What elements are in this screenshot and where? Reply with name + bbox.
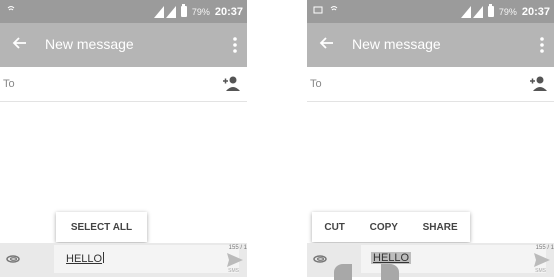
status-bar: 79% 20:37 bbox=[307, 0, 554, 23]
status-bar: 79% 20:37 bbox=[0, 0, 247, 23]
selection-handle-end[interactable] bbox=[381, 264, 399, 280]
battery-icon bbox=[487, 4, 494, 17]
attach-icon[interactable] bbox=[4, 250, 22, 268]
more-vertical-icon[interactable] bbox=[534, 34, 550, 56]
send-icon[interactable] bbox=[227, 253, 243, 267]
send-icon[interactable] bbox=[534, 253, 550, 267]
signal-icon bbox=[153, 5, 176, 18]
attach-icon[interactable] bbox=[311, 250, 329, 268]
sms-label: SMS bbox=[228, 268, 239, 274]
copy-button[interactable]: COPY bbox=[364, 222, 404, 233]
message-text-selected: HELLO bbox=[371, 252, 412, 264]
app-bar: New message bbox=[0, 23, 247, 67]
notification-icon bbox=[6, 5, 16, 18]
battery-percent: 79% bbox=[498, 6, 517, 17]
share-button[interactable]: SHARE bbox=[417, 222, 464, 233]
message-text: HELLO bbox=[66, 252, 105, 265]
text-selection-menu: SELECT ALL bbox=[56, 212, 147, 242]
char-counter: 155 / 1 bbox=[535, 245, 554, 251]
more-vertical-icon[interactable] bbox=[227, 34, 243, 56]
recipient-field[interactable]: To bbox=[307, 67, 554, 102]
page-title: New message bbox=[45, 36, 134, 52]
page-title: New message bbox=[352, 36, 441, 52]
cut-button[interactable]: CUT bbox=[318, 222, 351, 233]
sms-label: SMS bbox=[535, 268, 546, 274]
char-counter: 155 / 1 bbox=[228, 245, 247, 251]
screen-cut-copy-share: 79% 20:37 New message To CUT COPY SHARE … bbox=[307, 0, 554, 277]
text-cursor bbox=[103, 252, 105, 263]
screenshot-icon bbox=[313, 5, 323, 18]
battery-percent: 79% bbox=[191, 6, 210, 17]
add-contact-icon[interactable] bbox=[528, 75, 548, 91]
compose-bar: HELLO bbox=[0, 243, 247, 277]
app-bar: New message bbox=[307, 23, 554, 67]
battery-icon bbox=[180, 4, 187, 17]
clock: 20:37 bbox=[214, 5, 243, 18]
select-all-button[interactable]: SELECT ALL bbox=[65, 222, 138, 233]
to-label: To bbox=[310, 78, 322, 90]
arrow-left-icon[interactable] bbox=[10, 33, 30, 53]
notification-icon bbox=[329, 5, 339, 18]
signal-icon bbox=[460, 5, 483, 18]
arrow-left-icon[interactable] bbox=[317, 33, 337, 53]
recipient-field[interactable]: To bbox=[0, 67, 247, 102]
add-contact-icon[interactable] bbox=[221, 75, 241, 91]
message-input[interactable]: HELLO bbox=[54, 245, 239, 273]
text-selection-menu: CUT COPY SHARE bbox=[312, 212, 470, 242]
selection-handle-start[interactable] bbox=[334, 264, 352, 280]
to-label: To bbox=[3, 78, 15, 90]
clock: 20:37 bbox=[521, 5, 550, 18]
screen-select-all: 79% 20:37 New message To SELECT ALL HELL… bbox=[0, 0, 247, 277]
